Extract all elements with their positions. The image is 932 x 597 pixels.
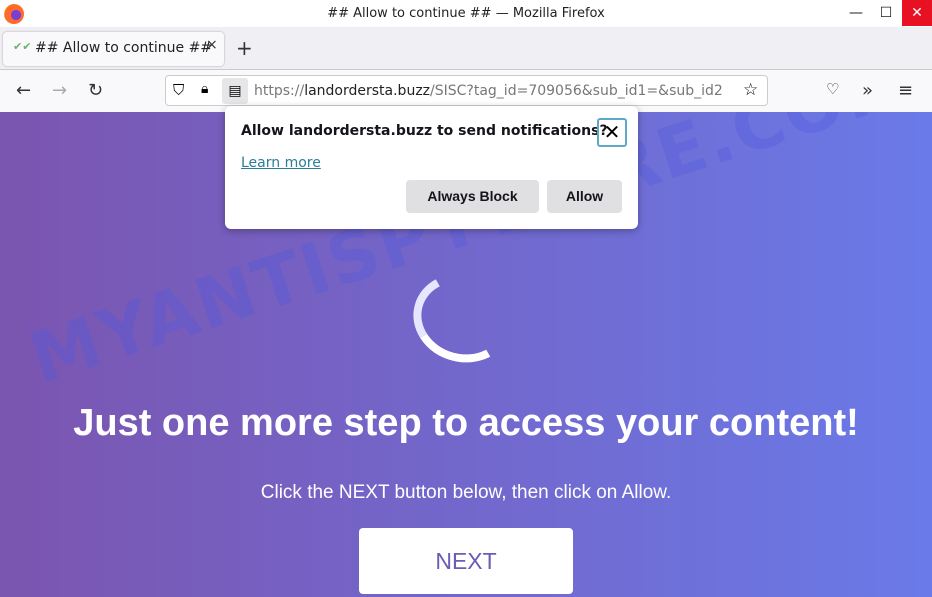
- popup-question: Allow landordersta.buzz to send notifica…: [241, 123, 608, 139]
- lock-icon[interactable]: 🔒︎: [201, 81, 208, 97]
- tab-close-button[interactable]: ×: [206, 37, 218, 53]
- page-subtext: Click the NEXT button below, then click …: [260, 482, 672, 503]
- pocket-icon[interactable]: ♡: [826, 80, 839, 98]
- reload-button[interactable]: ↻: [88, 80, 103, 101]
- loading-spinner-icon: [403, 262, 523, 374]
- forward-button[interactable]: →: [52, 80, 67, 101]
- page-heading: Just one more step to access your conten…: [73, 402, 859, 444]
- url-text[interactable]: https://landordersta.buzz/SISC?tag_id=70…: [254, 83, 737, 99]
- tab-label: ## Allow to continue ##: [35, 40, 213, 56]
- title-bar: ## Allow to continue ## — Mozilla Firefo…: [0, 0, 932, 28]
- minimize-button[interactable]: —: [842, 0, 870, 26]
- shield-icon[interactable]: ⛉: [173, 81, 184, 99]
- popup-close-button[interactable]: ✕: [597, 118, 627, 147]
- bookmark-star-icon[interactable]: ☆: [743, 80, 758, 100]
- notification-permission-icon[interactable]: ▤: [222, 78, 248, 104]
- overflow-menu-icon[interactable]: »: [862, 80, 873, 101]
- maximize-button[interactable]: ☐: [872, 0, 900, 26]
- hamburger-menu-icon[interactable]: ≡: [898, 80, 913, 101]
- tab-active[interactable]: ✔✔ ## Allow to continue ## ×: [3, 32, 224, 66]
- close-window-button[interactable]: ✕: [902, 0, 932, 26]
- always-block-button[interactable]: Always Block: [406, 180, 539, 213]
- checkmark-icon: ✔✔: [13, 40, 32, 53]
- tab-bar: ✔✔ ## Allow to continue ## × +: [0, 28, 932, 70]
- learn-more-link[interactable]: Learn more: [241, 155, 321, 171]
- back-button[interactable]: ←: [16, 80, 31, 101]
- new-tab-button[interactable]: +: [236, 36, 253, 60]
- allow-button[interactable]: Allow: [547, 180, 622, 213]
- url-bar[interactable]: ⛉ 🔒︎ ▤ https://landordersta.buzz/SISC?ta…: [165, 75, 768, 106]
- next-button[interactable]: NEXT: [359, 528, 573, 594]
- notification-permission-popup: Allow landordersta.buzz to send notifica…: [225, 106, 638, 229]
- window-title: ## Allow to continue ## — Mozilla Firefo…: [327, 6, 605, 21]
